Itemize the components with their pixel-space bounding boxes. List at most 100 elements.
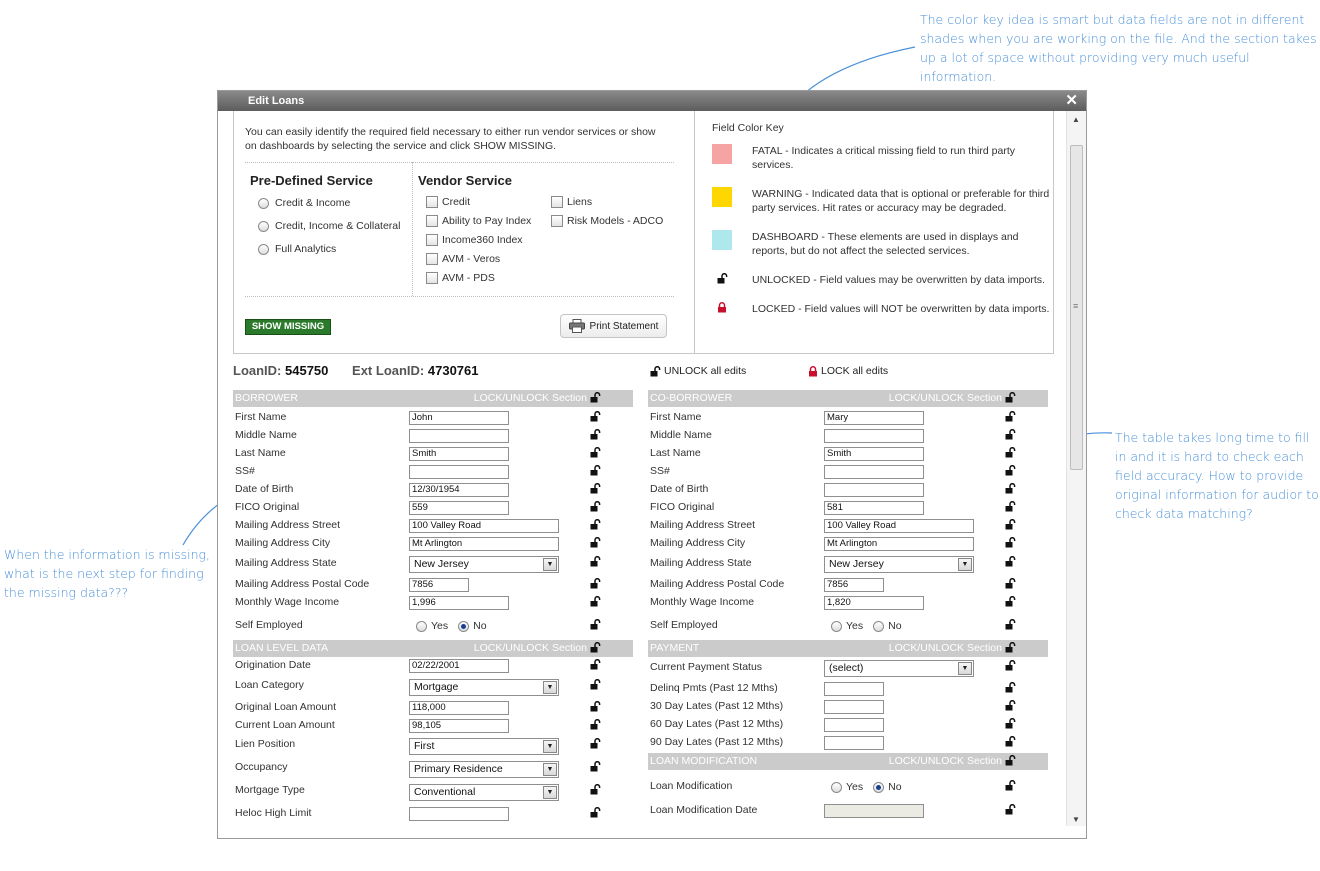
checkbox-icon[interactable] bbox=[426, 196, 438, 208]
loan-modification-date-input[interactable] bbox=[824, 804, 924, 818]
checkbox-icon[interactable] bbox=[426, 234, 438, 246]
borrower-self-employed-radios[interactable]: Yes No bbox=[416, 620, 497, 632]
radio-icon[interactable] bbox=[258, 243, 269, 255]
borrower-state-select[interactable]: New Jersey ▼ bbox=[409, 556, 559, 573]
radio-icon[interactable] bbox=[258, 220, 269, 232]
coborrower-ssn-input[interactable] bbox=[824, 465, 924, 479]
borrower-city-input[interactable]: Mt Arlington bbox=[409, 537, 559, 551]
checkbox-icon[interactable] bbox=[426, 215, 438, 227]
unlocked-icon[interactable] bbox=[1005, 556, 1016, 567]
unlocked-icon[interactable] bbox=[590, 392, 601, 403]
coborrower-self-employed-radios[interactable]: Yes No bbox=[831, 620, 912, 632]
delinq-pmts-input[interactable] bbox=[824, 682, 884, 696]
payment-status-select[interactable]: (select) ▼ bbox=[824, 660, 974, 677]
unlocked-icon[interactable] bbox=[1005, 447, 1016, 458]
unlocked-icon[interactable] bbox=[590, 761, 601, 772]
vendor-option-credit[interactable]: Credit bbox=[426, 196, 470, 208]
unlocked-icon[interactable] bbox=[590, 719, 601, 730]
unlocked-icon[interactable] bbox=[590, 784, 601, 795]
lock-unlock-section-link[interactable]: LOCK/UNLOCK Section bbox=[889, 390, 1002, 407]
unlocked-icon[interactable] bbox=[1005, 660, 1016, 671]
unlocked-icon[interactable] bbox=[1005, 465, 1016, 476]
lock-unlock-section-link[interactable]: LOCK/UNLOCK Section bbox=[474, 640, 587, 657]
late90-input[interactable] bbox=[824, 736, 884, 750]
vendor-option-income360[interactable]: Income360 Index bbox=[426, 234, 523, 246]
unlocked-icon[interactable] bbox=[590, 556, 601, 567]
unlocked-icon[interactable] bbox=[590, 465, 601, 476]
unlocked-icon[interactable] bbox=[590, 642, 601, 653]
unlocked-icon[interactable] bbox=[1005, 718, 1016, 729]
coborrower-first-name-input[interactable]: Mary bbox=[824, 411, 924, 425]
unlock-all-edits[interactable]: UNLOCK all edits bbox=[650, 365, 746, 377]
unlocked-icon[interactable] bbox=[1005, 619, 1016, 630]
unlocked-icon[interactable] bbox=[590, 483, 601, 494]
loan-modification-radios[interactable]: Yes No bbox=[831, 781, 912, 793]
vertical-scrollbar[interactable]: ▲ ≡ ▼ bbox=[1066, 111, 1086, 826]
checkbox-icon[interactable] bbox=[426, 253, 438, 265]
borrower-street-input[interactable]: 100 Valley Road bbox=[409, 519, 559, 533]
unlocked-icon[interactable] bbox=[1005, 596, 1016, 607]
unlocked-icon[interactable] bbox=[590, 447, 601, 458]
unlocked-icon[interactable] bbox=[590, 411, 601, 422]
original-loan-amount-input[interactable]: 118,000 bbox=[409, 701, 509, 715]
unlocked-icon[interactable] bbox=[590, 619, 601, 630]
close-icon[interactable]: ✕ bbox=[1065, 91, 1078, 111]
unlocked-icon[interactable] bbox=[1005, 519, 1016, 530]
scroll-up-icon[interactable]: ▲ bbox=[1072, 115, 1080, 124]
unlocked-icon[interactable] bbox=[590, 537, 601, 548]
scrollbar-thumb[interactable]: ≡ bbox=[1070, 145, 1083, 470]
chevron-down-icon[interactable]: ▼ bbox=[543, 681, 557, 694]
origination-date-input[interactable]: 02/22/2001 bbox=[409, 659, 509, 673]
borrower-postal-input[interactable]: 7856 bbox=[409, 578, 469, 592]
lock-unlock-section-link[interactable]: LOCK/UNLOCK Section bbox=[889, 753, 1002, 770]
borrower-last-name-input[interactable]: Smith bbox=[409, 447, 509, 461]
coborrower-middle-name-input[interactable] bbox=[824, 429, 924, 443]
unlocked-icon[interactable] bbox=[1005, 429, 1016, 440]
borrower-fico-input[interactable]: 559 bbox=[409, 501, 509, 515]
unlocked-icon[interactable] bbox=[1005, 804, 1016, 815]
checkbox-icon[interactable] bbox=[426, 272, 438, 284]
unlocked-icon[interactable] bbox=[1005, 755, 1016, 766]
checkbox-icon[interactable] bbox=[551, 196, 563, 208]
lock-unlock-section-link[interactable]: LOCK/UNLOCK Section bbox=[889, 640, 1002, 657]
mortgage-type-select[interactable]: Conventional ▼ bbox=[409, 784, 559, 801]
coborrower-last-name-input[interactable]: Smith bbox=[824, 447, 924, 461]
loan-category-select[interactable]: Mortgage ▼ bbox=[409, 679, 559, 696]
unlocked-icon[interactable] bbox=[1005, 736, 1016, 747]
chevron-down-icon[interactable]: ▼ bbox=[543, 786, 557, 799]
radio-icon[interactable] bbox=[258, 197, 269, 209]
unlocked-icon[interactable] bbox=[590, 738, 601, 749]
scroll-down-icon[interactable]: ▼ bbox=[1072, 815, 1080, 824]
predefined-option-credit-income[interactable]: Credit & Income bbox=[258, 197, 350, 209]
borrower-dob-input[interactable]: 12/30/1954 bbox=[409, 483, 509, 497]
unlocked-icon[interactable] bbox=[1005, 700, 1016, 711]
occupancy-select[interactable]: Primary Residence ▼ bbox=[409, 761, 559, 778]
unlocked-icon[interactable] bbox=[590, 578, 601, 589]
coborrower-fico-input[interactable]: 581 bbox=[824, 501, 924, 515]
unlocked-icon[interactable] bbox=[590, 807, 601, 818]
radio-yes[interactable] bbox=[416, 620, 427, 632]
radio-no[interactable] bbox=[873, 620, 885, 632]
unlocked-icon[interactable] bbox=[590, 596, 601, 607]
current-loan-amount-input[interactable]: 98,105 bbox=[409, 719, 509, 733]
late60-input[interactable] bbox=[824, 718, 884, 732]
vendor-option-avm-pds[interactable]: AVM - PDS bbox=[426, 272, 495, 284]
unlocked-icon[interactable] bbox=[590, 701, 601, 712]
chevron-down-icon[interactable]: ▼ bbox=[543, 763, 557, 776]
unlocked-icon[interactable] bbox=[590, 429, 601, 440]
chevron-down-icon[interactable]: ▼ bbox=[543, 558, 557, 571]
coborrower-state-select[interactable]: New Jersey ▼ bbox=[824, 556, 974, 573]
borrower-first-name-input[interactable]: John bbox=[409, 411, 509, 425]
coborrower-street-input[interactable]: 100 Valley Road bbox=[824, 519, 974, 533]
borrower-income-input[interactable]: 1,996 bbox=[409, 596, 509, 610]
late30-input[interactable] bbox=[824, 700, 884, 714]
coborrower-income-input[interactable]: 1,820 bbox=[824, 596, 924, 610]
unlocked-icon[interactable] bbox=[590, 519, 601, 530]
coborrower-city-input[interactable]: Mt Arlington bbox=[824, 537, 974, 551]
chevron-down-icon[interactable]: ▼ bbox=[958, 558, 972, 571]
unlocked-icon[interactable] bbox=[1005, 501, 1016, 512]
unlocked-icon[interactable] bbox=[1005, 642, 1016, 653]
radio-no[interactable] bbox=[873, 781, 885, 793]
borrower-ssn-input[interactable] bbox=[409, 465, 509, 479]
unlocked-icon[interactable] bbox=[590, 501, 601, 512]
